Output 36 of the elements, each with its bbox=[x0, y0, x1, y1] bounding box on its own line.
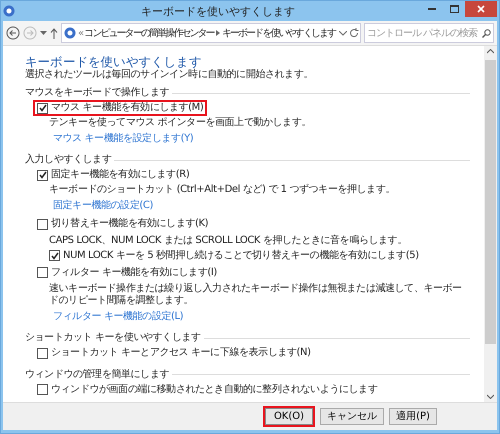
checkbox-row[interactable]: マウス キー機能を有効にします(M) bbox=[33, 100, 208, 116]
page-heading: キーボードを使いやすくします bbox=[25, 54, 202, 69]
checkbox-label: 固定キー機能を有効にします(R) bbox=[51, 169, 190, 181]
checkbox-row[interactable]: ショートカット キーとアクセス キーに下線を表示します(N) bbox=[33, 345, 315, 361]
checkbox-label: NUM LOCK キーを 5 秒間押し続けることで切り替えキーの機能を有効にします(5) bbox=[63, 250, 419, 262]
checkbox-row[interactable]: 固定キー機能を有効にします(R) bbox=[33, 167, 194, 183]
address-bar[interactable]: « コンピューターの簡単操作センター キーボードを使いやすくします bbox=[61, 23, 361, 43]
section-title: ウィンドウの管理を簡単にします bbox=[25, 368, 170, 380]
checkbox-row[interactable]: NUM LOCK キーを 5 秒間押し続けることで切り替えキーの機能を有効にします(5) bbox=[45, 248, 423, 264]
breadcrumb-separator: « bbox=[78, 28, 82, 38]
settings-link[interactable]: マウス キー機能を設定します(Y) bbox=[53, 133, 194, 145]
description-text: 速いキーボード操作または繰り返し入力されたキーボード操作は無視または減速して、キーボードのリピート間隔を調整します。 bbox=[49, 283, 463, 307]
checkbox-row[interactable]: 切り替えキー機能を有効にします(K) bbox=[33, 216, 212, 232]
breadcrumb-item[interactable]: キーボードを使いやすくします bbox=[222, 26, 336, 40]
checkbox-row[interactable]: フィルター キー機能を有効にします(I) bbox=[33, 264, 221, 280]
checkbox-label: フィルター キー機能を有効にします(I) bbox=[51, 266, 217, 278]
page-subtitle: 選択されたツールは毎回のサインイン時に自動的に開始されます。 bbox=[25, 69, 314, 81]
settings-link[interactable]: フィルター キー機能の設定(L) bbox=[53, 311, 184, 323]
checkbox-label: マウス キー機能を有効にします(M) bbox=[51, 102, 204, 114]
dialog-button[interactable]: OK(O) bbox=[263, 406, 315, 427]
checkbox-row[interactable]: ウィンドウが画面の端に移動されたとき自動的に整列されないようにします bbox=[33, 382, 382, 398]
description-text: テンキーを使ってマウス ポインターを画面上で動かします。 bbox=[49, 117, 312, 129]
checkbox-label: 切り替えキー機能を有効にします(K) bbox=[51, 218, 208, 230]
checkbox-label: ウィンドウが画面の端に移動されたとき自動的に整列されないようにします bbox=[51, 384, 378, 396]
dialog-button[interactable]: キャンセル bbox=[320, 408, 384, 425]
section-title: 入力しやすくします bbox=[25, 154, 112, 166]
section-title: マウスをキーボードで操作します bbox=[25, 87, 170, 99]
dialog-button[interactable]: 適用(P) bbox=[389, 408, 437, 425]
checkbox-label: ショートカット キーとアクセス キーに下線を表示します(N) bbox=[51, 347, 311, 359]
description-text: CAPS LOCK、NUM LOCK または SCROLL LOCK を押したときに音を鳴らします。 bbox=[49, 234, 408, 246]
search-field[interactable]: コントロール パネルの検索 bbox=[364, 23, 494, 43]
settings-link[interactable]: 固定キー機能の設定(C) bbox=[53, 200, 153, 212]
section-title: ショートカット キーを使いやすくします bbox=[25, 332, 201, 344]
breadcrumb-item[interactable]: コンピューターの簡単操作センター bbox=[84, 26, 214, 40]
description-text: キーボードのショートカット (Ctrl+Alt+Del など) で 1 つずつキーを押します。 bbox=[49, 184, 396, 196]
window-title: キーボードを使いやすくします bbox=[140, 4, 296, 18]
